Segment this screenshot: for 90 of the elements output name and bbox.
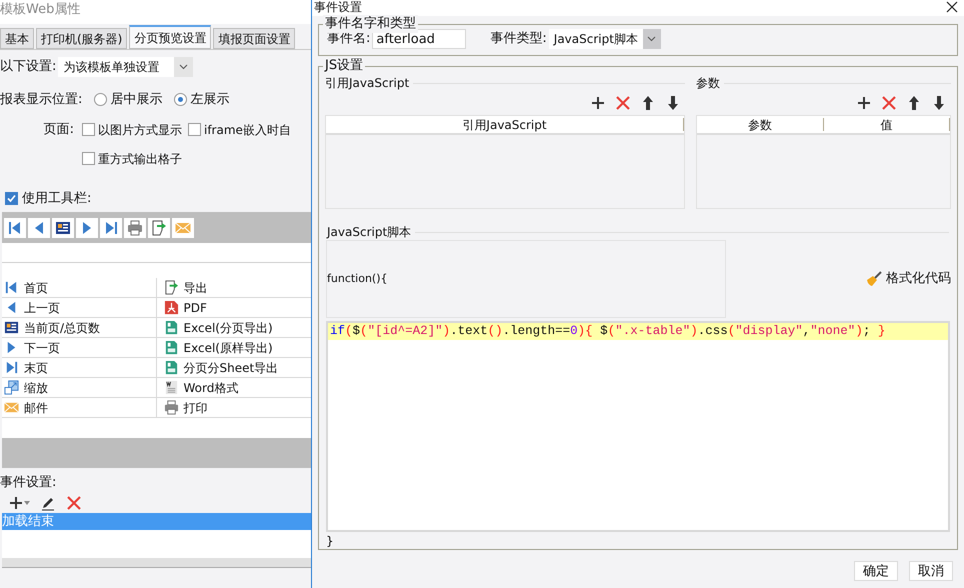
checkbox[interactable] — [188, 123, 201, 136]
list-item[interactable]: 导出 — [156, 278, 311, 297]
spreadsheet-icon — [164, 320, 178, 335]
list-item[interactable]: 打印 — [156, 398, 311, 417]
toolbar-button[interactable] — [28, 218, 50, 238]
tab[interactable]: 填报页面设置 — [213, 28, 296, 49]
caret-icon[interactable] — [24, 501, 30, 505]
document-icon — [164, 380, 178, 395]
list-item[interactable]: 邮件 — [2, 398, 156, 417]
section-label: 事件设置: — [0, 475, 58, 491]
section-title: 参数 — [696, 75, 720, 91]
list-item[interactable]: Excel(原样导出) — [156, 338, 311, 357]
dialog-title: 事件设置 — [314, 0, 363, 15]
checkbox-label: 以图片方式显示 — [98, 122, 182, 138]
checkbox-label: 重方式输出格子 — [98, 150, 182, 166]
tab[interactable]: 基本 — [0, 28, 34, 49]
dialog-button[interactable]: 取消 — [909, 561, 953, 581]
toolbar-button[interactable] — [76, 218, 98, 238]
window-title: 模板Web属性 — [0, 2, 80, 17]
code-header: function(){ — [327, 270, 388, 287]
checkbox[interactable] — [82, 152, 95, 165]
spreadsheet-icon — [164, 340, 178, 355]
plus-icon[interactable] — [856, 95, 872, 111]
brush-icon — [866, 271, 882, 287]
up-arrow-icon[interactable] — [640, 95, 656, 111]
toolbar-button[interactable] — [148, 218, 170, 238]
toolbar-button[interactable] — [4, 218, 26, 238]
column-header[interactable]: 值 — [824, 118, 950, 131]
radio-label: 居中展示 — [110, 91, 162, 109]
section-title: 引用JavaScript — [325, 75, 410, 91]
dropdown[interactable]: 为该模板单独设置 — [58, 57, 194, 77]
page-number-icon — [55, 220, 71, 236]
scrollbar[interactable] — [2, 558, 311, 568]
radio-label: 左展示 — [190, 91, 230, 109]
last-page-icon — [4, 360, 19, 375]
tab[interactable]: 打印机(服务器) — [36, 28, 128, 49]
code-editor[interactable]: if($("[id^=A2]").text().length==0){ $(".x-table").css("display","none"); } — [326, 321, 950, 532]
toolbar-button[interactable] — [124, 218, 146, 238]
radio-button[interactable] — [94, 93, 108, 106]
dialog-button[interactable]: 确定 — [854, 561, 898, 581]
plus-icon[interactable] — [590, 95, 606, 111]
close-icon[interactable] — [946, 1, 958, 13]
list-item[interactable]: 下一页 — [2, 338, 156, 357]
up-arrow-icon[interactable] — [906, 95, 922, 111]
delete-icon[interactable] — [66, 495, 82, 511]
down-arrow-icon[interactable] — [931, 95, 947, 111]
tab[interactable]: 分页预览设置 — [129, 25, 212, 49]
chevron-down-icon — [179, 64, 188, 70]
group-title: JS设置 — [323, 57, 366, 75]
list-item[interactable]: 分页分Sheet导出 — [156, 358, 311, 377]
pdf-icon — [164, 300, 178, 315]
field-label: 以下设置: — [0, 58, 56, 76]
delete-icon[interactable] — [615, 95, 631, 111]
first-page-icon — [7, 220, 23, 236]
column-header[interactable]: 参数 — [697, 118, 824, 131]
list-item[interactable]: 缩放 — [2, 378, 156, 397]
code-footer: } — [326, 534, 334, 548]
last-page-icon — [103, 220, 119, 236]
toolbar-button[interactable] — [52, 218, 74, 238]
plus-icon[interactable] — [8, 495, 24, 511]
down-arrow-icon[interactable] — [665, 95, 681, 111]
type-dropdown[interactable]: JavaScript脚本 — [548, 29, 661, 49]
list-item[interactable]: Excel(分页导出) — [156, 318, 311, 337]
checkbox[interactable] — [5, 192, 18, 205]
list-item[interactable]: 上一页 — [2, 298, 156, 317]
name-field[interactable]: afterload — [372, 29, 466, 49]
spreadsheet-icon — [164, 360, 178, 375]
radio-button[interactable] — [174, 93, 188, 106]
export-icon — [151, 220, 167, 236]
list-item[interactable]: Word格式 — [156, 378, 311, 397]
toolbar-button[interactable] — [100, 218, 122, 238]
chevron-down-icon — [647, 36, 656, 42]
printer-icon — [127, 220, 143, 236]
pencil-icon[interactable] — [40, 495, 56, 511]
field-label: 事件类型: — [490, 30, 547, 48]
delete-icon[interactable] — [881, 95, 897, 111]
list-item[interactable]: 当前页/总页数 — [2, 318, 156, 337]
format-code-button[interactable]: 格式化代码 — [866, 269, 951, 289]
checkbox[interactable] — [82, 123, 95, 136]
field-label: 页面: — [42, 122, 75, 138]
list-item[interactable]: 末页 — [2, 358, 156, 377]
export-icon — [164, 280, 178, 295]
checkbox-label: iframe嵌入时自 — [204, 122, 291, 138]
section-title: JavaScript脚本 — [327, 224, 412, 240]
list-item[interactable]: 首页 — [2, 278, 156, 297]
field-label: 报表显示位置: — [0, 91, 82, 109]
list-item[interactable]: PDF — [156, 298, 311, 317]
checkbox-label: 使用工具栏: — [22, 190, 92, 208]
first-page-icon — [4, 280, 19, 295]
printer-icon — [164, 400, 178, 415]
